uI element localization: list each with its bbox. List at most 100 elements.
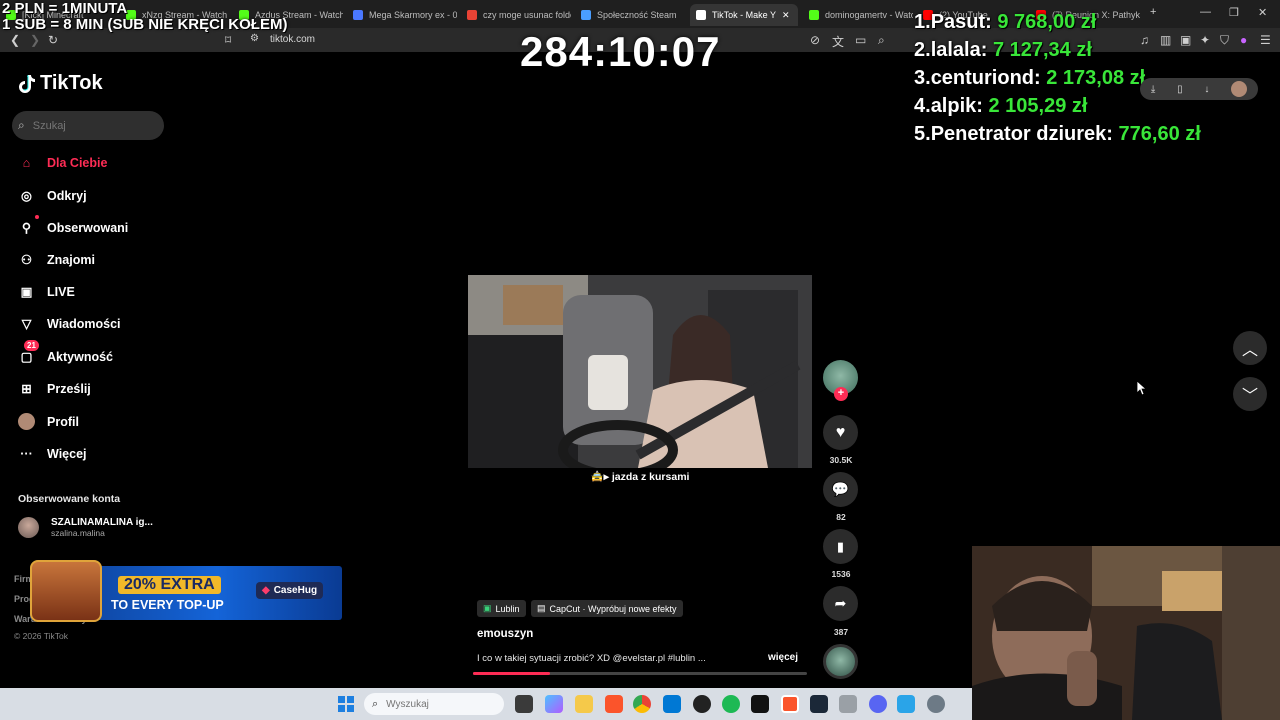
extension-icon[interactable]: ⊘	[810, 33, 820, 47]
taskbar-search-input[interactable]	[384, 697, 489, 711]
nav-activity[interactable]: ▢ 21 Aktywność	[18, 340, 113, 365]
car-icon: 🚖▸	[590, 471, 609, 483]
close-tab-icon[interactable]: ✕	[782, 10, 790, 21]
discord-icon[interactable]	[869, 695, 887, 713]
cast-icon[interactable]: ▭	[855, 33, 866, 47]
back-icon[interactable]: ❮	[10, 33, 20, 47]
avatar	[18, 413, 35, 430]
save-button[interactable]: ▮	[823, 529, 858, 564]
search-input[interactable]	[30, 118, 155, 133]
nav-label: Znajomi	[47, 252, 95, 267]
casehug-logo-icon: ◆	[262, 585, 270, 596]
nav-label: Wiadomości	[47, 316, 121, 331]
browser-tab[interactable]: czy moge usunac folde	[461, 4, 571, 26]
nav-messages[interactable]: ▽ Wiadomości	[18, 315, 121, 332]
app-icon[interactable]	[751, 695, 769, 713]
spotify-icon[interactable]	[722, 695, 740, 713]
tiktok-logo-text: TikTok	[40, 72, 103, 94]
store-icon[interactable]	[663, 695, 681, 713]
settings-icon[interactable]	[927, 695, 945, 713]
nav-following[interactable]: ⚲ Obserwowani	[18, 215, 129, 236]
reload-icon[interactable]: ↻	[48, 33, 58, 47]
tab-favicon-icon	[809, 10, 819, 20]
tab-label: Społeczność Steam	[597, 10, 677, 20]
account-handle: szalina.malina	[51, 528, 105, 538]
video-progress-fill	[473, 672, 550, 675]
profile-icon[interactable]: ●	[1240, 33, 1247, 47]
tab-favicon-icon	[696, 10, 706, 20]
following-icon: ⚲	[18, 215, 39, 236]
effect-tag[interactable]: ▤ CapCut · Wypróbuj nowe efekty	[531, 600, 683, 617]
calculator-icon[interactable]	[839, 695, 857, 713]
like-button[interactable]: ♥	[823, 415, 858, 450]
task-view-icon[interactable]	[515, 695, 533, 713]
tab-label: czy moge usunac folde	[483, 10, 571, 20]
obs-icon[interactable]	[693, 695, 711, 713]
steam-icon[interactable]	[810, 695, 828, 713]
save-count: 1536	[831, 569, 851, 579]
chrome-icon[interactable]	[633, 695, 651, 713]
translate-icon[interactable]: 文	[832, 33, 844, 50]
ad-brand-text: CaseHug	[273, 585, 318, 596]
comment-button[interactable]: 💬	[823, 472, 858, 507]
nav-for-you[interactable]: ⌂ Dla Ciebie	[18, 154, 108, 171]
download-icon[interactable]: ↓	[1204, 84, 1209, 95]
comment-count: 82	[836, 512, 846, 522]
browser-tab[interactable]: TikTok - Make Y ✕	[690, 4, 798, 26]
brave-active-icon[interactable]	[781, 695, 799, 713]
nav-label: Aktywność	[47, 349, 113, 364]
follow-plus-icon[interactable]: +	[834, 387, 848, 401]
notepad-icon[interactable]	[897, 695, 915, 713]
close-window-icon[interactable]: ✕	[1258, 6, 1267, 19]
nav-friends[interactable]: ⚇ Znajomi	[18, 251, 95, 268]
video-author[interactable]: emouszyn	[477, 628, 533, 640]
share-button[interactable]: ➦	[823, 586, 858, 621]
nav-live[interactable]: ▣ LIVE	[18, 283, 75, 300]
zoom-icon[interactable]: ⌕	[878, 33, 885, 48]
video-player[interactable]	[468, 275, 812, 468]
copilot-icon[interactable]	[545, 695, 563, 713]
maximize-icon[interactable]: ❐	[1229, 6, 1239, 19]
friends-icon: ⚇	[20, 253, 33, 267]
next-video-button[interactable]: ﹀	[1233, 377, 1267, 411]
tiktok-logo[interactable]: TikTok	[18, 72, 103, 95]
more-button[interactable]: więcej	[768, 652, 798, 663]
menu-icon[interactable]: ☰	[1260, 33, 1271, 47]
url-field[interactable]: tiktok.com	[270, 34, 315, 45]
site-info-icon[interactable]: ⚙	[250, 33, 259, 44]
download-icon[interactable]: ⤓	[1151, 84, 1155, 95]
nav-label: Obserwowani	[47, 220, 129, 235]
chevron-down-icon: ﹀	[1241, 388, 1258, 405]
nav-more[interactable]: ··· Więcej	[18, 445, 86, 462]
webcam-feed	[972, 546, 1280, 720]
browser-tab[interactable]: Mega Skarmory ex - 05	[347, 4, 457, 26]
nav-profile[interactable]: Profil	[18, 413, 79, 430]
nav-explore[interactable]: ◎ Odkryj	[18, 187, 87, 204]
avatar[interactable]	[1231, 81, 1248, 97]
forward-icon[interactable]: ❯	[30, 33, 40, 47]
taskbar-search[interactable]: ⌕	[364, 693, 504, 715]
tab-label: TikTok - Make Y	[712, 10, 777, 20]
phone-icon[interactable]: ▯	[1177, 84, 1183, 95]
extensions-icon[interactable]: ✦	[1200, 33, 1210, 47]
extension-toolbar: ⤓ ▯ ↓	[1140, 78, 1258, 100]
search-bar[interactable]: ⌕	[12, 111, 164, 140]
nav-label: Dla Ciebie	[47, 155, 108, 170]
nav-upload[interactable]: ⊞ Prześlij	[18, 380, 91, 397]
shield-icon[interactable]: ⛉	[1220, 33, 1229, 48]
followed-account-item[interactable]: SZALINAMALINA ig... szalina.malina	[18, 517, 153, 538]
location-tag[interactable]: ▣ Lublin	[477, 600, 526, 617]
brave-icon[interactable]	[605, 695, 623, 713]
file-explorer-icon[interactable]	[575, 695, 593, 713]
browser-tab[interactable]: dominogamertv - Watc	[803, 4, 913, 26]
account-name: SZALINAMALINA ig...	[51, 517, 153, 528]
video-frame	[468, 275, 812, 468]
sound-disc[interactable]	[823, 644, 858, 679]
windows-start-icon[interactable]	[337, 695, 355, 713]
send-icon: ▽	[21, 317, 32, 331]
previous-video-button[interactable]: ︿	[1233, 331, 1267, 365]
minimize-icon[interactable]: —	[1200, 6, 1211, 18]
leaderboard-row: 1.Pasut: 9 768,00 zł	[914, 11, 1097, 33]
bookmark-icon[interactable]: ⌑	[225, 33, 231, 47]
browser-tab[interactable]: Społeczność Steam	[575, 4, 685, 26]
